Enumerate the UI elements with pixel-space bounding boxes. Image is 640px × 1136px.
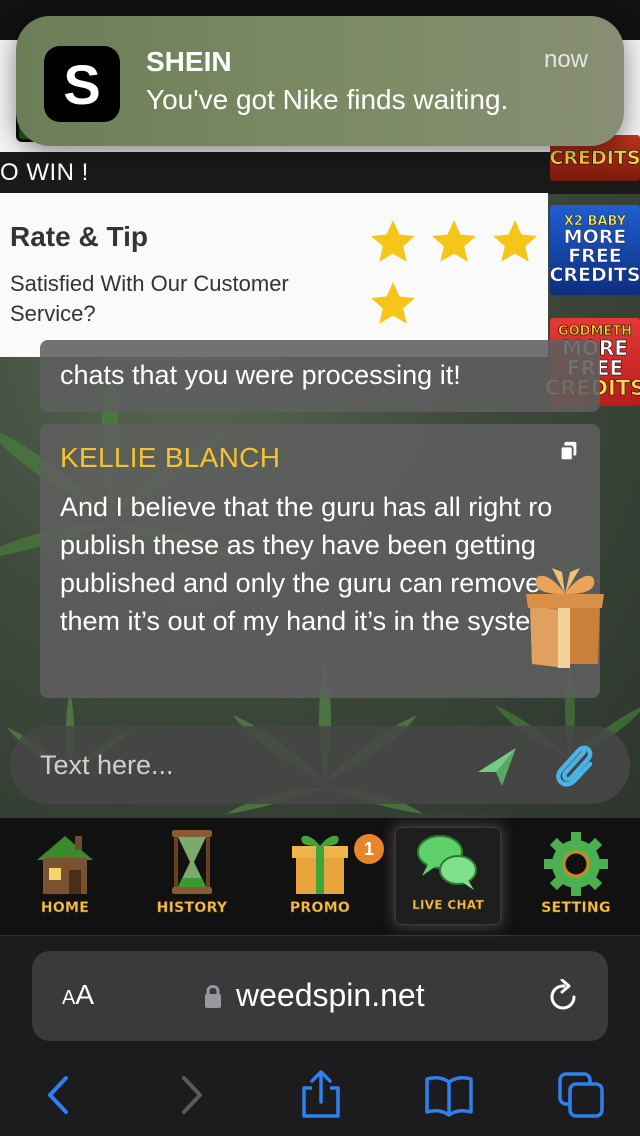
push-notification[interactable]: S SHEIN You've got Nike finds waiting. n… <box>16 16 624 146</box>
reload-icon[interactable] <box>548 979 580 1013</box>
lock-icon <box>205 985 221 1008</box>
rating-star-3[interactable] <box>490 217 540 267</box>
nav-item-promo[interactable]: PROMO <box>264 818 376 936</box>
copy-icon[interactable] <box>558 440 580 462</box>
address-bar[interactable]: AA weedspin.net <box>32 951 608 1041</box>
rating-star-2[interactable] <box>429 217 479 267</box>
bookmarks-icon[interactable] <box>424 1070 474 1120</box>
shein-app-icon: S <box>44 46 120 122</box>
gear-icon <box>544 832 608 896</box>
promo-banner-text: CREDITS <box>549 264 640 286</box>
nav-label: HOME <box>40 900 90 916</box>
notification-time: now <box>543 46 588 73</box>
nav-label: SETTING <box>541 900 611 916</box>
nav-item-live-chat[interactable]: LIVE CHAT <box>392 818 504 936</box>
chat-message-previous: chats that you were processing it! <box>40 340 600 412</box>
chat-bubbles-icon <box>417 835 477 890</box>
nav-label: HISTORY <box>156 900 228 916</box>
win-ticker-text: O WIN ! <box>0 159 89 186</box>
paperclip-icon[interactable] <box>550 740 598 790</box>
text-size-button[interactable]: AA <box>62 979 94 1011</box>
rate-tip-panel: Rate & Tip Satisfied With Our Customer S… <box>0 193 548 357</box>
house-icon <box>37 836 93 894</box>
chat-message-text: chats that you were processing it! <box>60 360 461 390</box>
url-text: weedspin.net <box>236 977 425 1013</box>
rating-star-1[interactable] <box>368 217 418 267</box>
gift-icon <box>292 835 348 894</box>
promo-notification-badge: 1 <box>354 834 384 864</box>
nav-label: LIVE CHAT <box>412 898 484 912</box>
aa-small-letter: A <box>62 987 76 1009</box>
hourglass-icon <box>172 830 212 894</box>
win-ticker: O WIN ! <box>0 152 640 194</box>
nav-label: PROMO <box>289 900 351 916</box>
promo-banner-x2-baby[interactable]: X2 BABY MORE FREE CREDITS <box>549 205 640 295</box>
forward-icon[interactable] <box>166 1070 216 1120</box>
rate-tip-title: Rate & Tip <box>10 221 148 252</box>
chat-message: KELLIE BLANCH And I believe that the gur… <box>40 424 600 698</box>
share-icon[interactable] <box>296 1070 346 1120</box>
aa-large-letter: A <box>75 979 95 1010</box>
rating-star-4[interactable] <box>368 279 418 329</box>
nav-item-history[interactable]: HISTORY <box>136 818 248 936</box>
promo-banner-text: CREDITS <box>549 146 640 169</box>
back-icon[interactable] <box>34 1070 84 1120</box>
send-icon[interactable] <box>472 742 520 790</box>
chat-message-text: And I believe that the guru has all righ… <box>60 492 553 636</box>
tabs-icon[interactable] <box>556 1070 606 1120</box>
floating-gift-icon[interactable] <box>522 564 608 668</box>
browser-toolbar <box>0 1056 640 1136</box>
nav-item-home[interactable]: HOME <box>9 818 121 936</box>
message-input[interactable] <box>40 744 460 786</box>
message-composer <box>10 726 630 804</box>
chat-sender-name: KELLIE BLANCH <box>60 442 281 473</box>
nav-item-setting[interactable]: SETTING <box>520 818 632 936</box>
notification-app-name: SHEIN <box>146 46 232 77</box>
rate-tip-description: Satisfied With Our Customer Service? <box>10 271 289 326</box>
notification-message: You've got Nike finds waiting. <box>146 84 509 115</box>
